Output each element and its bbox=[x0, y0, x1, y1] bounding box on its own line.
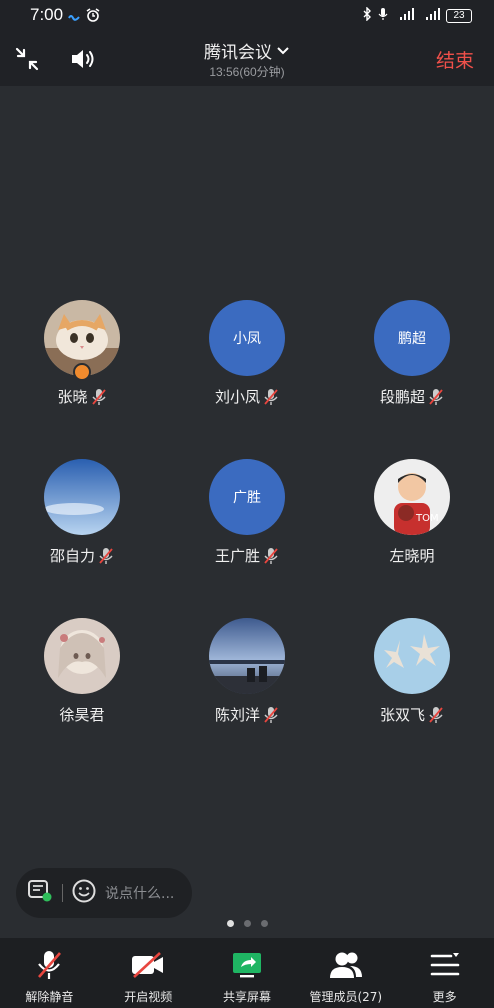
participant-name: 刘小凤 bbox=[214, 388, 260, 406]
mic-muted-icon bbox=[264, 706, 278, 723]
participant-name: 左晓明 bbox=[389, 547, 435, 565]
participant-tile[interactable]: 邵自力 bbox=[0, 459, 164, 589]
host-badge-icon bbox=[73, 363, 91, 381]
emoji-icon[interactable] bbox=[71, 878, 97, 908]
status-time: 7:00 bbox=[30, 5, 64, 24]
mic-status-icon bbox=[378, 6, 388, 25]
participant-tile[interactable]: 陈刘洋 bbox=[165, 618, 329, 748]
avatar bbox=[374, 618, 450, 694]
page-indicator bbox=[0, 920, 494, 927]
meeting-time: 13:56(60分钟) bbox=[209, 65, 285, 79]
svg-text:TOM: TOM bbox=[415, 513, 439, 524]
share-screen-icon bbox=[232, 953, 261, 978]
avatar bbox=[44, 459, 120, 535]
participant-tile[interactable]: TOM 左晓明 bbox=[330, 459, 494, 589]
link-icon bbox=[68, 7, 80, 26]
bluetooth-icon bbox=[362, 6, 372, 25]
participant-name: 徐昊君 bbox=[59, 706, 105, 724]
video-off-icon bbox=[132, 952, 164, 978]
unmute-button[interactable]: 解除静音 bbox=[0, 938, 99, 1008]
participant-tile[interactable]: 广胜 王广胜 bbox=[165, 459, 329, 589]
meeting-title: 腾讯会议 bbox=[204, 43, 272, 63]
manage-members-button[interactable]: 管理成员(27) bbox=[296, 938, 395, 1008]
mic-muted-icon bbox=[99, 547, 113, 564]
alarm-icon bbox=[86, 7, 100, 26]
signal-icon-2 bbox=[420, 6, 440, 25]
meeting-title-dropdown[interactable]: 腾讯会议 bbox=[0, 38, 494, 63]
chat-list-icon[interactable] bbox=[26, 878, 54, 908]
avatar: TOM bbox=[374, 459, 450, 535]
participant-name: 张双飞 bbox=[379, 706, 425, 724]
mic-muted-icon bbox=[429, 706, 443, 723]
mic-muted-icon bbox=[38, 951, 62, 979]
participant-tile[interactable]: 徐昊君 bbox=[0, 618, 164, 748]
more-menu-icon bbox=[430, 953, 459, 976]
avatar: 广胜 bbox=[209, 459, 285, 535]
participant-tile[interactable]: 小凤 刘小凤 bbox=[165, 300, 329, 430]
page-dot[interactable] bbox=[260, 920, 268, 927]
meeting-header: 腾讯会议 13:56(60分钟) 结束 bbox=[0, 32, 494, 86]
end-meeting-button[interactable]: 结束 bbox=[436, 46, 474, 73]
participant-name: 王广胜 bbox=[214, 547, 260, 565]
participant-name: 段鹏超 bbox=[379, 388, 425, 406]
participant-name: 陈刘洋 bbox=[214, 706, 260, 724]
chat-input-bar[interactable]: 说点什么... bbox=[16, 868, 192, 918]
status-bar: 7:00 23 bbox=[0, 0, 494, 32]
chevron-down-icon bbox=[277, 46, 289, 54]
mic-muted-icon bbox=[264, 547, 278, 564]
participant-name: 张晓 bbox=[57, 388, 88, 406]
chat-divider bbox=[62, 884, 63, 902]
avatar bbox=[44, 618, 120, 694]
start-video-button[interactable]: 开启视频 bbox=[99, 938, 198, 1008]
page-dot[interactable] bbox=[243, 920, 251, 927]
participant-tile[interactable]: 鹏超 段鹏超 bbox=[330, 300, 494, 430]
more-button[interactable]: 更多 bbox=[395, 938, 494, 1008]
avatar: 鹏超 bbox=[374, 300, 450, 376]
mic-muted-icon bbox=[429, 388, 443, 405]
battery-indicator: 23 bbox=[446, 8, 472, 23]
share-screen-button[interactable]: 共享屏幕 bbox=[198, 938, 297, 1008]
unmute-label: 解除静音 bbox=[25, 990, 74, 1004]
more-label: 更多 bbox=[432, 990, 457, 1004]
participant-tile[interactable]: 张双飞 bbox=[330, 618, 494, 748]
manage-members-label: 管理成员(27) bbox=[309, 990, 383, 1004]
participant-tile[interactable]: 张晓 bbox=[0, 300, 164, 430]
chat-input[interactable]: 说点什么... bbox=[105, 883, 174, 903]
signal-icon bbox=[394, 6, 414, 25]
page-dot-active[interactable] bbox=[226, 920, 234, 927]
share-screen-label: 共享屏幕 bbox=[222, 990, 271, 1004]
mic-muted-icon bbox=[264, 388, 278, 405]
meeting-toolbar: 解除静音 开启视频 共享屏幕 管理成员(27) 更多 bbox=[0, 938, 494, 1008]
avatar: 小凤 bbox=[209, 300, 285, 376]
avatar bbox=[209, 618, 285, 694]
start-video-label: 开启视频 bbox=[124, 990, 173, 1004]
members-icon bbox=[329, 952, 362, 978]
participant-name: 邵自力 bbox=[49, 547, 95, 565]
mic-muted-icon bbox=[91, 388, 106, 405]
